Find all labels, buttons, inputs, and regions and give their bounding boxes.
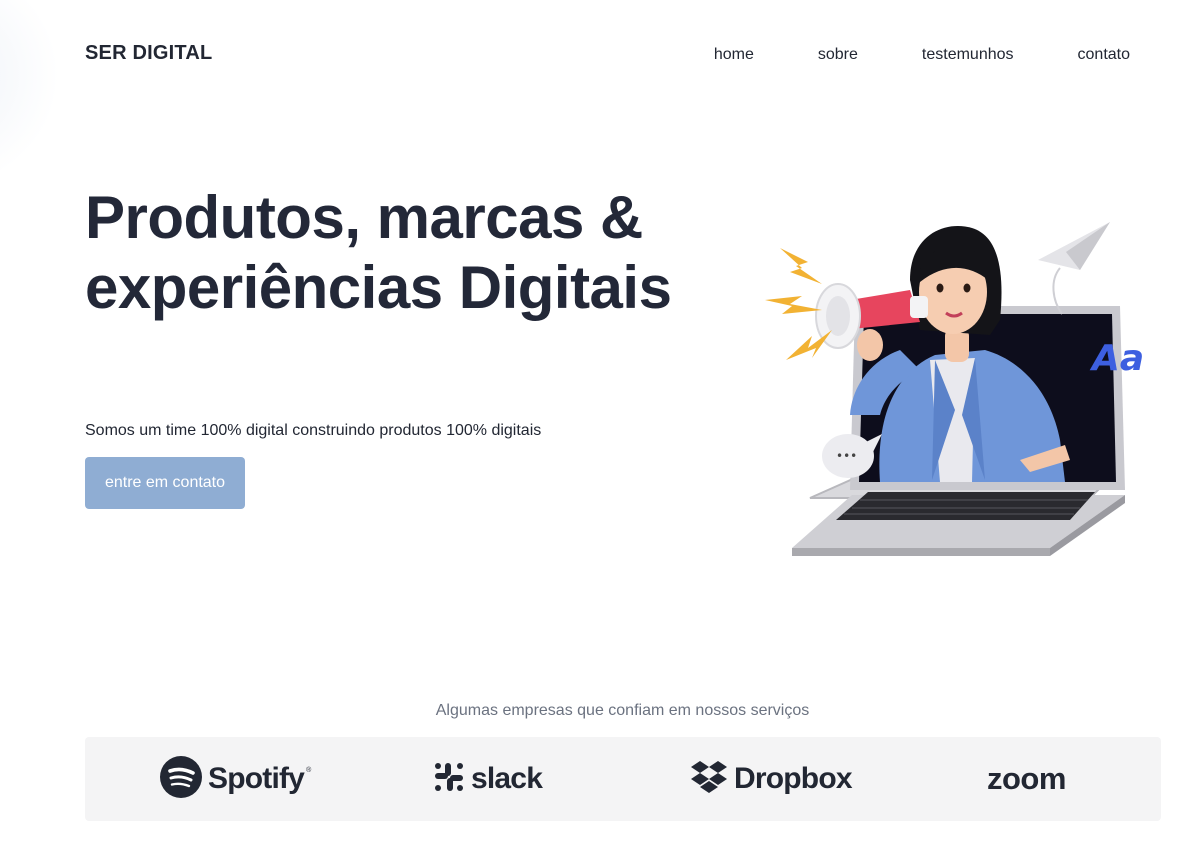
nav-item-contato[interactable]: contato	[1078, 46, 1130, 64]
background-glow	[0, 0, 60, 190]
hero-title-line-1: Produtos, marcas &	[85, 184, 643, 251]
partner-zoom[interactable]: zoom	[987, 737, 1066, 821]
hero-illustration: Aa •••	[760, 210, 1150, 570]
nav-item-sobre[interactable]: sobre	[818, 46, 858, 64]
spotify-icon	[160, 755, 202, 803]
partner-spotify[interactable]: Spotify ®	[160, 737, 311, 821]
dropbox-icon	[690, 760, 728, 799]
partner-dropbox-name: Dropbox	[734, 762, 853, 795]
slack-icon	[433, 761, 465, 798]
partner-dropbox[interactable]: Dropbox	[690, 737, 853, 821]
hero-title: Produtos, marcas & experiências Digitais	[85, 183, 725, 323]
main-nav: home sobre testemunhos contato	[714, 46, 1130, 64]
partner-zoom-name: zoom	[987, 761, 1066, 796]
brand-logo[interactable]: SER DIGITAL	[85, 42, 212, 65]
registered-mark-icon: ®	[306, 767, 312, 774]
hero-title-line-2: experiências Digitais	[85, 254, 672, 321]
partner-spotify-name: Spotify	[208, 762, 305, 795]
contact-button[interactable]: entre em contato	[85, 457, 245, 509]
partner-slack-name: slack	[471, 762, 543, 795]
partner-slack[interactable]: slack	[433, 737, 543, 821]
hero-subtitle: Somos um time 100% digital construindo p…	[85, 422, 542, 439]
partners-caption: Algumas empresas que confiam em nossos s…	[435, 702, 810, 719]
speech-bubble-dots: •••	[836, 449, 857, 463]
partners-strip: Spotify ® slack Dropbox zoom	[85, 737, 1161, 821]
nav-item-home[interactable]: home	[714, 46, 754, 64]
nav-item-testemunhos[interactable]: testemunhos	[922, 46, 1014, 64]
aa-badge: Aa	[1089, 338, 1144, 379]
site-header: SER DIGITAL home sobre testemunhos conta…	[85, 40, 1130, 70]
